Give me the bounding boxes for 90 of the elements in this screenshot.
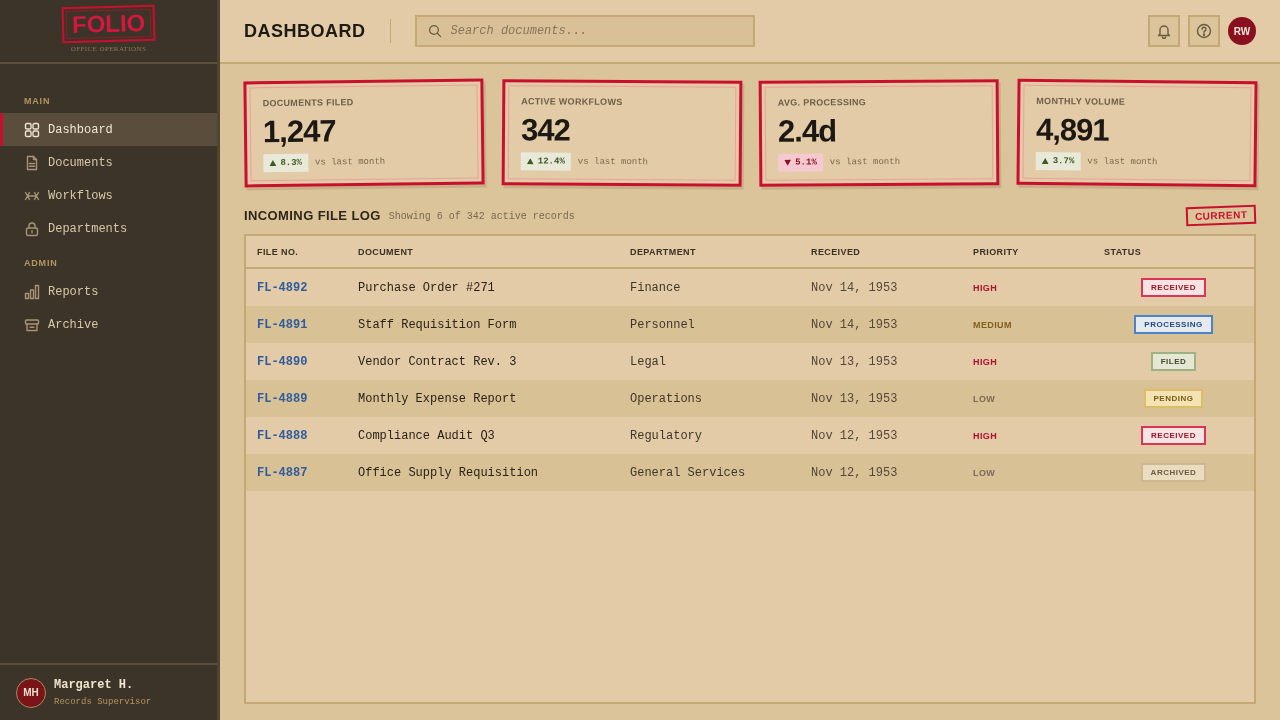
- stat-label: AVG. PROCESSING: [777, 96, 868, 110]
- triangle-up-icon: [1041, 158, 1049, 165]
- table-cell: Legal: [630, 354, 666, 369]
- nav-item[interactable]: Departments: [0, 212, 217, 245]
- comparison-note: vs last month: [1086, 156, 1158, 168]
- stat-value: 1,247: [262, 112, 337, 151]
- stat-value: 342: [520, 112, 571, 150]
- priority-label: LOW: [973, 393, 996, 404]
- change-value: 8.3%: [280, 157, 303, 168]
- table-cell: Regulatory: [630, 428, 702, 443]
- column-header: PRIORITY: [973, 246, 1019, 257]
- status-stamp: CURRENT: [1185, 204, 1257, 226]
- change-value: 12.4%: [537, 156, 565, 167]
- status-badge: PENDING: [1143, 389, 1204, 408]
- status-badge: RECEIVED: [1141, 278, 1206, 297]
- nav-item[interactable]: Workflows: [0, 179, 217, 212]
- column-header: FILE NO.: [257, 246, 299, 257]
- table-cell: Office Supply Requisition: [358, 465, 539, 480]
- grid-icon: [24, 121, 40, 138]
- change-value: 3.7%: [1052, 156, 1074, 167]
- document-icon: [24, 154, 40, 171]
- table-cell: Nov 12, 1953: [811, 428, 898, 443]
- bar-chart-icon: [24, 283, 40, 300]
- column-header: DEPARTMENT: [630, 246, 696, 257]
- nav-item[interactable]: Documents: [0, 146, 217, 179]
- stat-value: 4,891: [1035, 111, 1110, 150]
- triangle-up-icon: [526, 158, 534, 165]
- search-field[interactable]: Search documents...: [414, 15, 755, 47]
- file-link[interactable]: FL-4890: [257, 354, 308, 369]
- status-badge: RECEIVED: [1141, 426, 1206, 445]
- table-cell: Nov 13, 1953: [811, 391, 898, 406]
- tray-icon: [24, 316, 40, 333]
- table-cell: General Services: [630, 465, 746, 480]
- file-link[interactable]: FL-4888: [257, 428, 308, 443]
- bell-icon: [1156, 23, 1172, 39]
- status-badge: ARCHIVED: [1140, 463, 1207, 482]
- priority-label: MEDIUM: [973, 319, 1012, 330]
- user-avatar[interactable]: RW: [1228, 17, 1256, 45]
- stat-value: 2.4d: [777, 112, 838, 150]
- search-icon: [427, 24, 442, 38]
- stat-label: DOCUMENTS FILED: [262, 96, 355, 111]
- nav-item[interactable]: Archive: [0, 308, 217, 341]
- column-header: STATUS: [1104, 246, 1142, 257]
- nav-item[interactable]: Dashboard: [0, 113, 217, 146]
- nav-item[interactable]: Reports: [0, 275, 217, 308]
- status-badge: PROCESSING: [1134, 315, 1213, 334]
- triangle-down-icon: [784, 159, 792, 166]
- triangle-up-icon: [269, 160, 277, 167]
- table-cell: Operations: [630, 391, 702, 406]
- table-cell: Personnel: [630, 317, 695, 332]
- padlock-icon: [24, 220, 40, 237]
- file-link[interactable]: FL-4889: [257, 391, 308, 406]
- help-icon: [1196, 23, 1212, 39]
- priority-label: HIGH: [973, 430, 998, 441]
- stat-label: ACTIVE WORKFLOWS: [520, 95, 624, 109]
- section-title: INCOMING FILE LOG: [244, 207, 381, 223]
- comparison-note: vs last month: [577, 156, 648, 168]
- notifications-button[interactable]: [1148, 15, 1180, 47]
- record-count: Showing 6 of 342 active records: [388, 211, 575, 222]
- file-link[interactable]: FL-4887: [257, 465, 308, 480]
- help-button[interactable]: [1188, 15, 1220, 47]
- table-cell: Nov 14, 1953: [811, 317, 898, 332]
- user-role: Records Supervisor: [54, 695, 152, 709]
- user-avatar: MH: [16, 677, 46, 708]
- file-link[interactable]: FL-4892: [257, 280, 308, 295]
- status-badge: FILED: [1150, 352, 1197, 371]
- priority-label: LOW: [973, 467, 996, 478]
- table-cell: Vendor Contract Rev. 3: [358, 354, 517, 369]
- column-header: RECEIVED: [811, 246, 861, 257]
- table-cell: Purchase Order #271: [358, 280, 495, 295]
- nav-section-heading: ADMIN: [23, 257, 59, 270]
- stat-label: MONTHLY VOLUME: [1035, 94, 1126, 109]
- page-title: DASHBOARD: [244, 20, 366, 42]
- file-link[interactable]: FL-4891: [257, 317, 308, 332]
- comparison-note: vs last month: [314, 156, 386, 168]
- priority-label: HIGH: [973, 356, 998, 367]
- comparison-note: vs last month: [829, 156, 901, 168]
- nav-section-heading: MAIN: [23, 95, 52, 108]
- user-name: Margaret H.: [54, 676, 135, 693]
- priority-label: HIGH: [973, 282, 998, 293]
- column-header: DOCUMENT: [358, 246, 414, 257]
- table-cell: Nov 12, 1953: [811, 465, 898, 480]
- table-cell: Finance: [630, 280, 681, 295]
- logo-wordmark: FOLIO: [61, 4, 156, 44]
- table-cell: Compliance Audit Q3: [358, 428, 495, 443]
- table-cell: Nov 14, 1953: [811, 280, 898, 295]
- table-cell: Nov 13, 1953: [811, 354, 898, 369]
- change-value: 5.1%: [795, 157, 817, 168]
- table-cell: Monthly Expense Report: [358, 391, 517, 406]
- table-cell: Staff Requisition Form: [358, 317, 517, 332]
